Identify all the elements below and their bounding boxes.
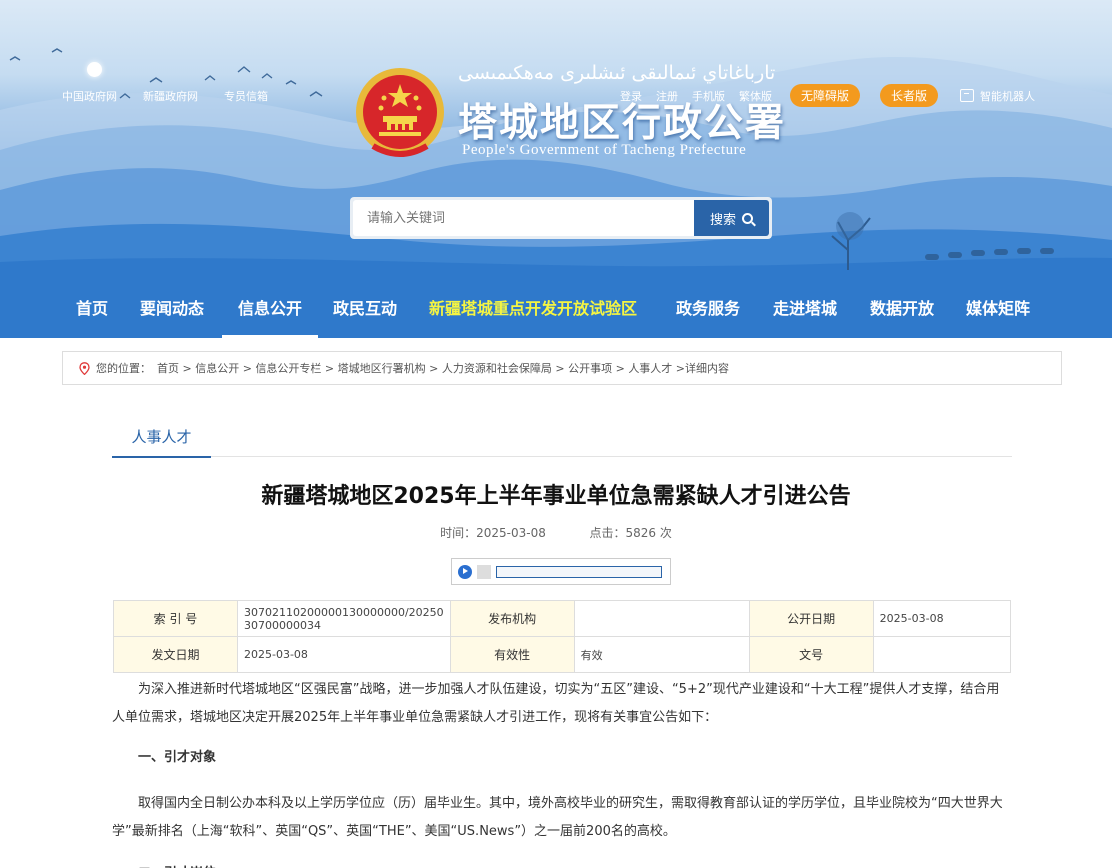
robot-icon: [960, 89, 975, 102]
index-value-line1: 30702110200000130000000/20250: [244, 605, 444, 619]
breadcrumb-hr-bureau[interactable]: 人力资源和社会保障局: [442, 360, 552, 376]
publisher-value: [573, 600, 750, 637]
audio-player: [451, 558, 671, 585]
doc-number-label: 文号: [748, 636, 874, 673]
elder-mode-button[interactable]: 长者版: [880, 84, 939, 107]
tab-personnel-talent[interactable]: 人事人才: [112, 426, 211, 458]
audio-progress-bar[interactable]: [496, 565, 662, 578]
stop-icon[interactable]: [477, 564, 491, 579]
nav-about-tacheng[interactable]: 走进塔城: [773, 282, 837, 338]
location-pin-icon: [79, 361, 90, 375]
breadcrumb-info-disclosure[interactable]: 信息公开: [195, 360, 239, 376]
nav-services[interactable]: 政务服务: [676, 282, 740, 338]
validity-value: 有效: [573, 636, 750, 673]
nav-info-disclosure[interactable]: 信息公开: [222, 282, 318, 338]
validity-label: 有效性: [449, 636, 575, 673]
breadcrumb-public-items[interactable]: 公开事项: [568, 360, 612, 376]
publish-time: 2025-03-08: [476, 526, 546, 540]
body-paragraph: 为深入推进新时代塔城地区“区强民富”战略，进一步加强人才队伍建设，切实为“五区”…: [112, 682, 1000, 725]
document-info-table: 索 引 号 30702110200000130000000/20250 30700…: [113, 600, 1012, 673]
breadcrumb: 您的位置： 首页 > 信息公开 > 信息公开专栏 > 塔城地区行署机构 > 人力…: [62, 351, 1062, 385]
nav-open-data[interactable]: 数据开放: [870, 282, 934, 338]
play-icon[interactable]: [458, 564, 472, 579]
section-heading: 二、引才岗位: [112, 860, 1012, 868]
section-heading: 一、引才对象: [138, 750, 217, 765]
article-title: 新疆塔城地区2025年上半年事业单位急需紧缺人才引进公告: [261, 484, 851, 509]
clicks-label: 点击：: [589, 526, 626, 540]
index-label: 索 引 号: [113, 600, 238, 637]
breadcrumb-prefix: 您的位置：: [96, 362, 151, 375]
search-bar: 搜索: [350, 197, 772, 239]
nav-pilot-zone[interactable]: 新疆塔城重点开发开放试验区: [429, 282, 637, 338]
article-meta: 时间：2025-03-08 点击：5826 次: [0, 524, 1112, 541]
link-gov-cn[interactable]: 中国政府网: [62, 88, 117, 104]
doc-number-value: [872, 636, 1012, 673]
index-value-line2: 30700000034: [244, 618, 321, 632]
smart-robot-label: 智能机器人: [980, 89, 1036, 103]
smart-robot-button[interactable]: 智能机器人: [960, 88, 1035, 104]
nav-media-matrix[interactable]: 媒体矩阵: [966, 282, 1030, 338]
nav-interaction[interactable]: 政民互动: [333, 282, 397, 338]
national-emblem-icon: [356, 68, 444, 157]
click-count: 5826 次: [625, 526, 672, 540]
breadcrumb-agencies[interactable]: 塔城地区行署机构: [338, 360, 426, 376]
article-body: 为深入推进新时代塔城地区“区强民富”战略，进一步加强人才队伍建设，切实为“五区”…: [112, 676, 1012, 868]
breadcrumb-personnel[interactable]: 人事人才: [628, 360, 672, 376]
link-xinjiang-gov[interactable]: 新疆政府网: [143, 88, 198, 104]
header-banner: 中国政府网 新疆政府网 专员信箱 登录 注册 手机版 繁体版 无障碍版 长者版 …: [0, 0, 1112, 338]
issue-date-label: 发文日期: [113, 636, 238, 673]
body-paragraph: 取得国内全日制公办本科及以上学历学位应（历）届毕业生。其中，境外高校毕业的研究生…: [112, 796, 1003, 839]
public-date-label: 公开日期: [748, 600, 874, 637]
search-button-label: 搜索: [709, 212, 736, 228]
index-value: 30702110200000130000000/20250 30700000034: [237, 600, 451, 637]
time-label: 时间：: [440, 526, 477, 540]
public-date-value: 2025-03-08: [872, 600, 1012, 637]
main-nav: 首页 要闻动态 信息公开 政民互动 新疆塔城重点开发开放试验区 政务服务 走进塔…: [0, 282, 1112, 338]
site-title: 塔城地区行政公署: [458, 100, 787, 146]
breadcrumb-current: 详细内容: [685, 362, 730, 375]
site-title-uyghur: تارباغاتاي ئىمالىقى ئىشلىرى مەھكىمىسى: [458, 62, 776, 84]
search-input[interactable]: [353, 200, 694, 236]
publisher-label: 发布机构: [449, 600, 575, 637]
search-button[interactable]: 搜索: [694, 200, 769, 236]
search-icon: [742, 212, 753, 224]
issue-date-value: 2025-03-08: [237, 636, 451, 673]
site-title-english: People's Government of Tacheng Prefectur…: [462, 142, 747, 158]
link-commissioner-mailbox[interactable]: 专员信箱: [224, 88, 268, 104]
accessibility-button[interactable]: 无障碍版: [790, 84, 861, 107]
breadcrumb-info-column[interactable]: 信息公开专栏: [255, 360, 321, 376]
nav-news[interactable]: 要闻动态: [140, 282, 204, 338]
top-links-left: 中国政府网 新疆政府网 专员信箱: [62, 88, 268, 104]
moon-decoration: [87, 62, 102, 77]
nav-home[interactable]: 首页: [76, 282, 108, 338]
tab-divider: [112, 456, 1012, 457]
breadcrumb-home[interactable]: 首页: [157, 360, 179, 376]
